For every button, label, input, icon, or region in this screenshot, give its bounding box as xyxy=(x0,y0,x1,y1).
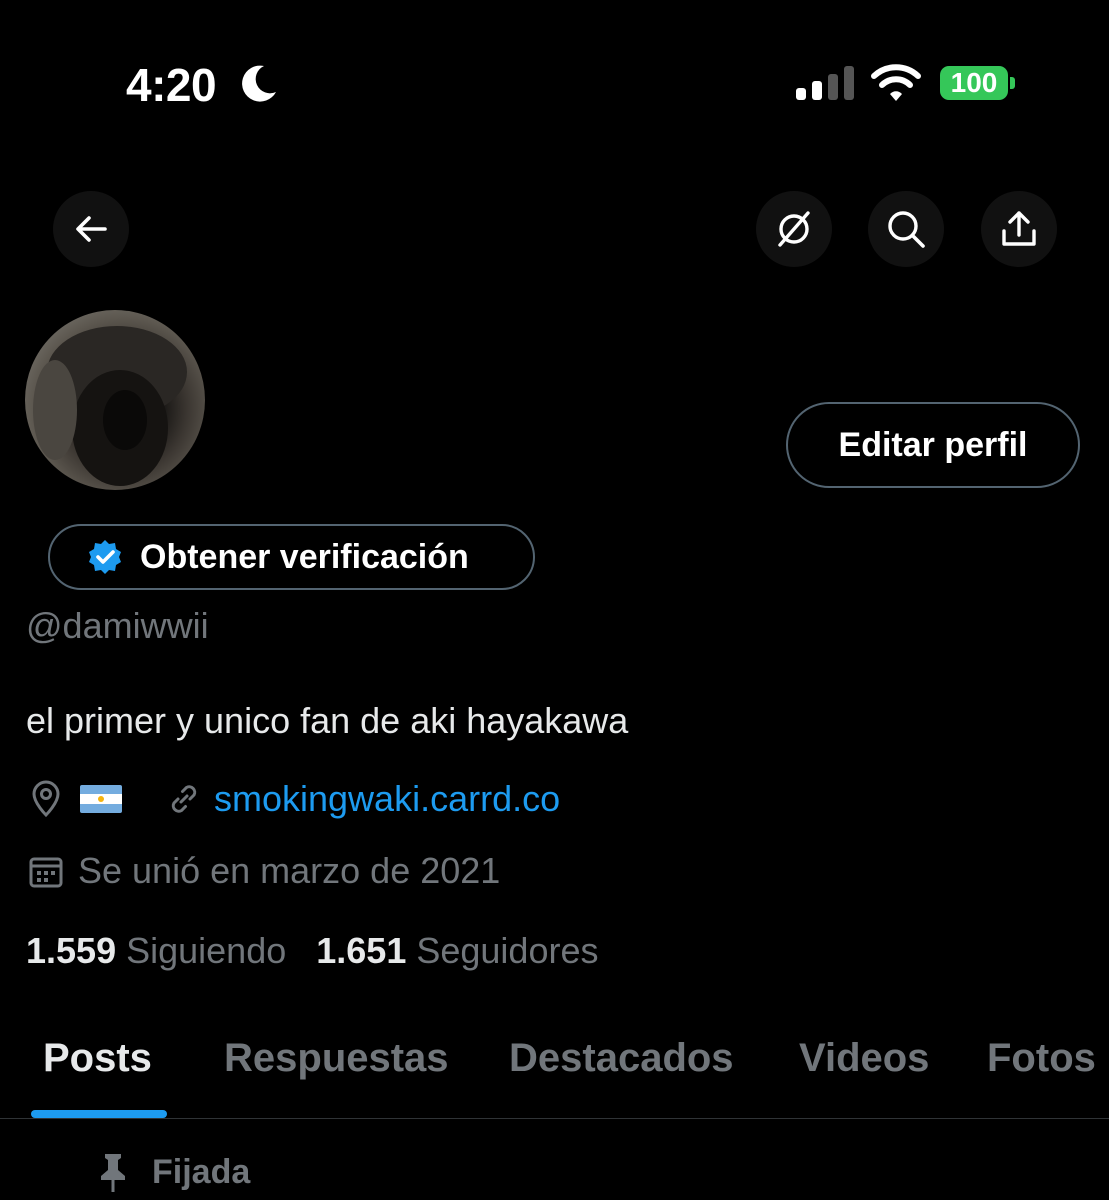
follow-stats: 1.559 Siguiendo 1.651 Seguidores xyxy=(26,930,599,972)
profile-meta-row: smokingwaki.carrd.co xyxy=(26,778,560,820)
share-icon xyxy=(1002,211,1036,246)
followers-link[interactable]: 1.651 Seguidores xyxy=(316,930,598,972)
avatar-photo xyxy=(33,326,187,486)
search-button[interactable] xyxy=(868,191,944,267)
calendar-icon xyxy=(29,857,63,888)
following-count: 1.559 xyxy=(26,930,117,971)
tabs-divider xyxy=(0,1118,1109,1119)
profile-bio: el primer y unico fan de aki hayakawa xyxy=(26,700,629,741)
battery-indicator: 100 xyxy=(940,66,1008,100)
argentina-flag-icon xyxy=(80,785,122,813)
following-link[interactable]: 1.559 Siguiendo xyxy=(26,930,286,972)
wifi-icon xyxy=(871,64,921,101)
joined-row: Se unió en marzo de 2021 xyxy=(26,850,500,892)
tab-videos[interactable]: Videos xyxy=(799,1036,929,1081)
joined-date: Se unió en marzo de 2021 xyxy=(78,850,501,891)
edit-profile-button[interactable]: Editar perfil xyxy=(786,402,1080,488)
profile-handle: @damiwwii xyxy=(26,605,209,646)
tab-respuestas[interactable]: Respuestas xyxy=(224,1036,449,1081)
cellular-signal-icon xyxy=(796,66,854,100)
profile-tabs: Posts Respuestas Destacados Videos Fotos xyxy=(0,1028,1109,1118)
link-icon xyxy=(171,785,197,813)
search-icon xyxy=(888,211,925,248)
location-pin-icon xyxy=(32,780,60,818)
back-button[interactable] xyxy=(53,191,129,267)
tab-fotos[interactable]: Fotos xyxy=(987,1036,1096,1081)
profile-website-link[interactable]: smokingwaki.carrd.co xyxy=(214,778,560,820)
verified-badge-icon xyxy=(89,540,121,574)
battery-nub xyxy=(1010,77,1015,89)
active-tab-indicator xyxy=(31,1110,167,1118)
pin-icon xyxy=(101,1154,125,1192)
profile-avatar[interactable] xyxy=(25,310,205,490)
followers-count: 1.651 xyxy=(316,930,407,971)
moon-icon xyxy=(242,65,276,102)
arrow-left-icon xyxy=(76,216,107,242)
get-verified-button[interactable]: Obtener verificación xyxy=(48,524,535,590)
share-button[interactable] xyxy=(981,191,1057,267)
grok-button[interactable] xyxy=(756,191,832,267)
tab-posts[interactable]: Posts xyxy=(43,1036,152,1081)
status-time: 4:20 xyxy=(126,59,217,111)
tab-destacados[interactable]: Destacados xyxy=(509,1036,734,1081)
pinned-label: Fijada xyxy=(152,1152,251,1191)
grok-icon xyxy=(778,211,810,247)
following-label: Siguiendo xyxy=(126,930,287,971)
get-verified-label: Obtener verificación xyxy=(140,537,469,576)
pinned-label-row: Fijada xyxy=(96,1152,250,1192)
followers-label: Seguidores xyxy=(416,930,599,971)
